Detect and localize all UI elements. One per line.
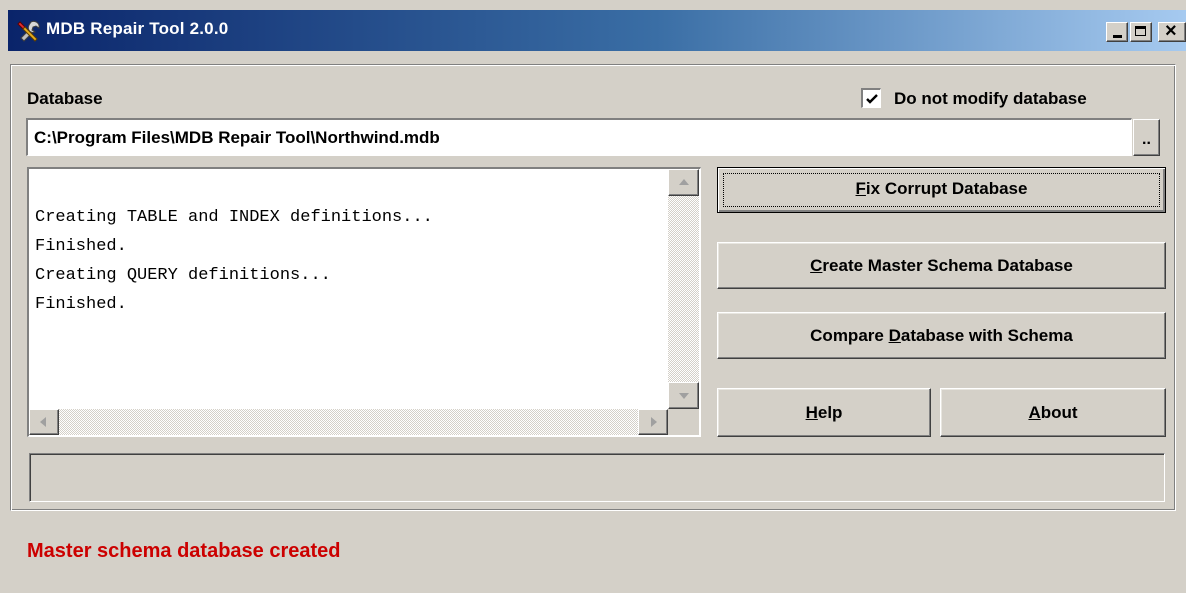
horizontal-scrollbar[interactable] <box>29 409 668 435</box>
fix-corrupt-database-button[interactable]: Fix Corrupt Database <box>717 167 1166 213</box>
compare-database-button[interactable]: Compare Database with Schema <box>717 312 1166 359</box>
tools-icon <box>17 20 40 42</box>
create-master-schema-button[interactable]: Create Master Schema Database <box>717 242 1166 289</box>
scroll-right-button[interactable] <box>638 409 668 435</box>
compare-button-label: Compare Database with Schema <box>810 326 1073 345</box>
help-button-label: Help <box>805 403 843 422</box>
database-path-input[interactable] <box>26 118 1132 156</box>
arrow-down-icon <box>679 393 689 399</box>
scrollbar-corner <box>668 409 699 435</box>
maximize-icon <box>1135 26 1146 36</box>
log-textarea[interactable]: Creating TABLE and INDEX definitions... … <box>27 167 701 437</box>
scroll-left-button[interactable] <box>29 409 59 435</box>
app-window: MDB Repair Tool 2.0.0 × Database Do not … <box>0 0 1186 593</box>
arrow-left-icon <box>40 417 46 427</box>
browse-button[interactable]: .. <box>1133 119 1160 156</box>
minimize-icon <box>1113 35 1122 38</box>
arrow-up-icon <box>679 179 689 185</box>
about-button[interactable]: About <box>940 388 1166 437</box>
close-icon: × <box>1165 20 1177 42</box>
scroll-up-button[interactable] <box>668 169 699 196</box>
minimize-button[interactable] <box>1106 22 1128 42</box>
close-button[interactable]: × <box>1158 20 1186 42</box>
window-title: MDB Repair Tool 2.0.0 <box>46 19 229 38</box>
status-message: Master schema database created <box>27 540 341 562</box>
maximize-button[interactable] <box>1130 22 1152 42</box>
help-button[interactable]: Help <box>717 388 931 437</box>
create-button-label: Create Master Schema Database <box>810 256 1073 275</box>
no-modify-label[interactable]: Do not modify database <box>894 89 1087 109</box>
no-modify-checkbox[interactable] <box>861 88 881 108</box>
database-label: Database <box>27 89 103 108</box>
focus-rect <box>723 173 1160 207</box>
checkmark-icon <box>866 94 878 104</box>
log-text: Creating TABLE and INDEX definitions... … <box>35 208 433 314</box>
about-button-label: About <box>1028 403 1078 422</box>
vertical-scrollbar[interactable] <box>668 169 699 409</box>
scroll-down-button[interactable] <box>668 382 699 409</box>
title-bar[interactable]: MDB Repair Tool 2.0.0 × <box>8 10 1186 51</box>
arrow-right-icon <box>651 417 657 427</box>
progress-panel <box>29 453 1165 502</box>
